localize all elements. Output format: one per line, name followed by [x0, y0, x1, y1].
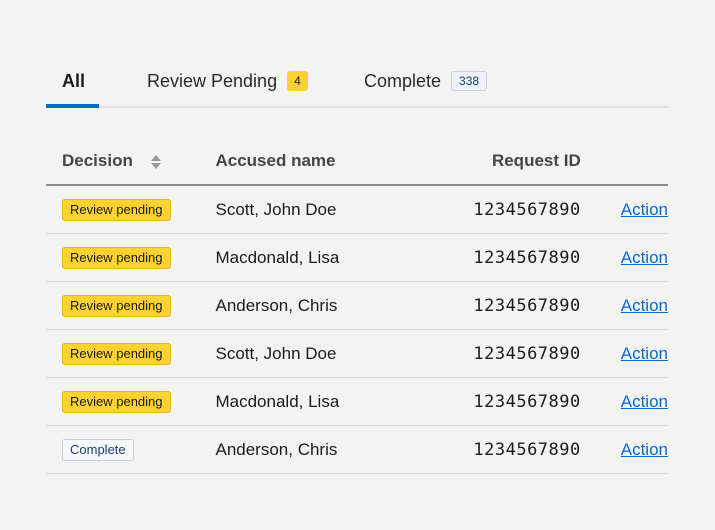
- table-row: Review pending Anderson, Chris 1234567890 A…: [46, 281, 668, 330]
- decision-column-header[interactable]: Decision: [46, 138, 216, 186]
- accused-name-cell: Macdonald, Lisa: [215, 377, 404, 426]
- table-row: Complete Anderson, Chris 1234567890 Action: [46, 425, 668, 474]
- tab-all[interactable]: All: [46, 56, 99, 108]
- accused-name-cell: Macdonald, Lisa: [215, 233, 404, 282]
- action-cell: Action: [620, 185, 668, 234]
- request-id-column-header: Request ID: [403, 138, 621, 186]
- table-row: Review pending Macdonald, Lisa 1234567890 A…: [46, 233, 668, 282]
- action-link[interactable]: Action: [621, 296, 668, 315]
- action-link[interactable]: Action: [621, 200, 668, 219]
- request-id-cell: 1234567890: [403, 233, 621, 282]
- status-badge: Review pending: [62, 246, 171, 269]
- request-id-cell: 1234567890: [403, 425, 621, 474]
- tab-all-label: All: [62, 70, 86, 91]
- action-column-header: [620, 138, 668, 186]
- accused-name-cell: Anderson, Chris: [215, 281, 404, 330]
- review-pending-count-badge: 4: [287, 71, 308, 91]
- table-body: Review pending Scott, John Doe 1234567890 A…: [46, 185, 668, 474]
- action-cell: Action: [620, 425, 668, 474]
- request-id-cell: 1234567890: [403, 329, 621, 378]
- action-cell: Action: [620, 281, 668, 330]
- complete-count-badge: 338: [451, 71, 488, 91]
- tab-review-pending-label: Review Pending: [147, 70, 278, 91]
- accused-name-cell: Scott, John Doe: [215, 185, 404, 234]
- table-row: Review pending Scott, John Doe 1234567890 A…: [46, 185, 668, 234]
- tab-complete[interactable]: Complete 338: [364, 56, 488, 106]
- tab-review-pending[interactable]: Review Pending 4: [147, 56, 308, 106]
- accused-name-cell: Anderson, Chris: [215, 425, 404, 474]
- status-badge: Review pending: [62, 390, 171, 413]
- tab-complete-label: Complete: [364, 70, 442, 91]
- table-header-row: Decision Accused name Request ID: [46, 138, 668, 186]
- decision-cell: Review pending: [46, 281, 216, 330]
- action-link[interactable]: Action: [621, 344, 668, 363]
- decision-header-label: Decision: [62, 151, 133, 170]
- request-id-cell: 1234567890: [403, 281, 621, 330]
- table-row: Review pending Scott, John Doe 1234567890 A…: [46, 329, 668, 378]
- action-cell: Action: [620, 233, 668, 282]
- status-badge: Review pending: [62, 342, 171, 365]
- status-badge: Review pending: [62, 198, 171, 221]
- request-id-cell: 1234567890: [403, 377, 621, 426]
- accused-name-cell: Scott, John Doe: [215, 329, 404, 378]
- status-badge: Review pending: [62, 294, 171, 317]
- action-cell: Action: [620, 329, 668, 378]
- active-tab-indicator: [46, 104, 99, 108]
- request-id-cell: 1234567890: [403, 185, 621, 234]
- action-link[interactable]: Action: [621, 392, 668, 411]
- action-link[interactable]: Action: [621, 248, 668, 267]
- sort-icon[interactable]: [150, 154, 162, 170]
- decision-cell: Review pending: [46, 377, 216, 426]
- decision-cell: Complete: [46, 425, 216, 474]
- action-cell: Action: [620, 377, 668, 426]
- decision-cell: Review pending: [46, 185, 216, 234]
- action-link[interactable]: Action: [621, 440, 668, 459]
- decision-cell: Review pending: [46, 233, 216, 282]
- status-badge: Complete: [62, 438, 134, 461]
- decision-cell: Review pending: [46, 329, 216, 378]
- requests-table: Decision Accused name Request ID Review …: [46, 138, 668, 474]
- table-row: Review pending Macdonald, Lisa 1234567890 A…: [46, 377, 668, 426]
- accused-name-column-header: Accused name: [215, 138, 404, 186]
- filter-tabs: All Review Pending 4 Complete 338: [46, 56, 668, 108]
